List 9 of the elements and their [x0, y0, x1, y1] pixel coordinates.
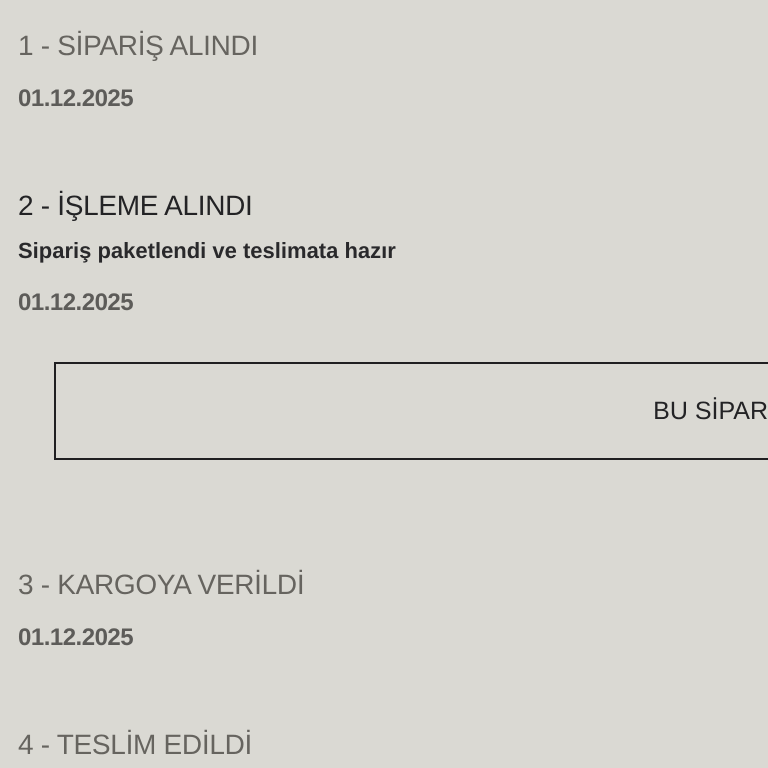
step-date: 01.12.2025 [18, 624, 134, 652]
step-date: 01.12.2025 [18, 85, 134, 113]
step-date: 01.12.2025 [18, 289, 134, 317]
step-title: 2 - İŞLEME ALINDI [18, 189, 253, 223]
order-action-button[interactable]: BU SİPAR [54, 362, 768, 460]
step-description: Sipariş paketlendi ve teslimata hazır [18, 237, 396, 265]
step-title: 4 - TESLİM EDİLDİ [18, 728, 252, 762]
step-title: 3 - KARGOYA VERİLDİ [18, 568, 304, 602]
step-title: 1 - SİPARİŞ ALINDI [18, 29, 258, 63]
